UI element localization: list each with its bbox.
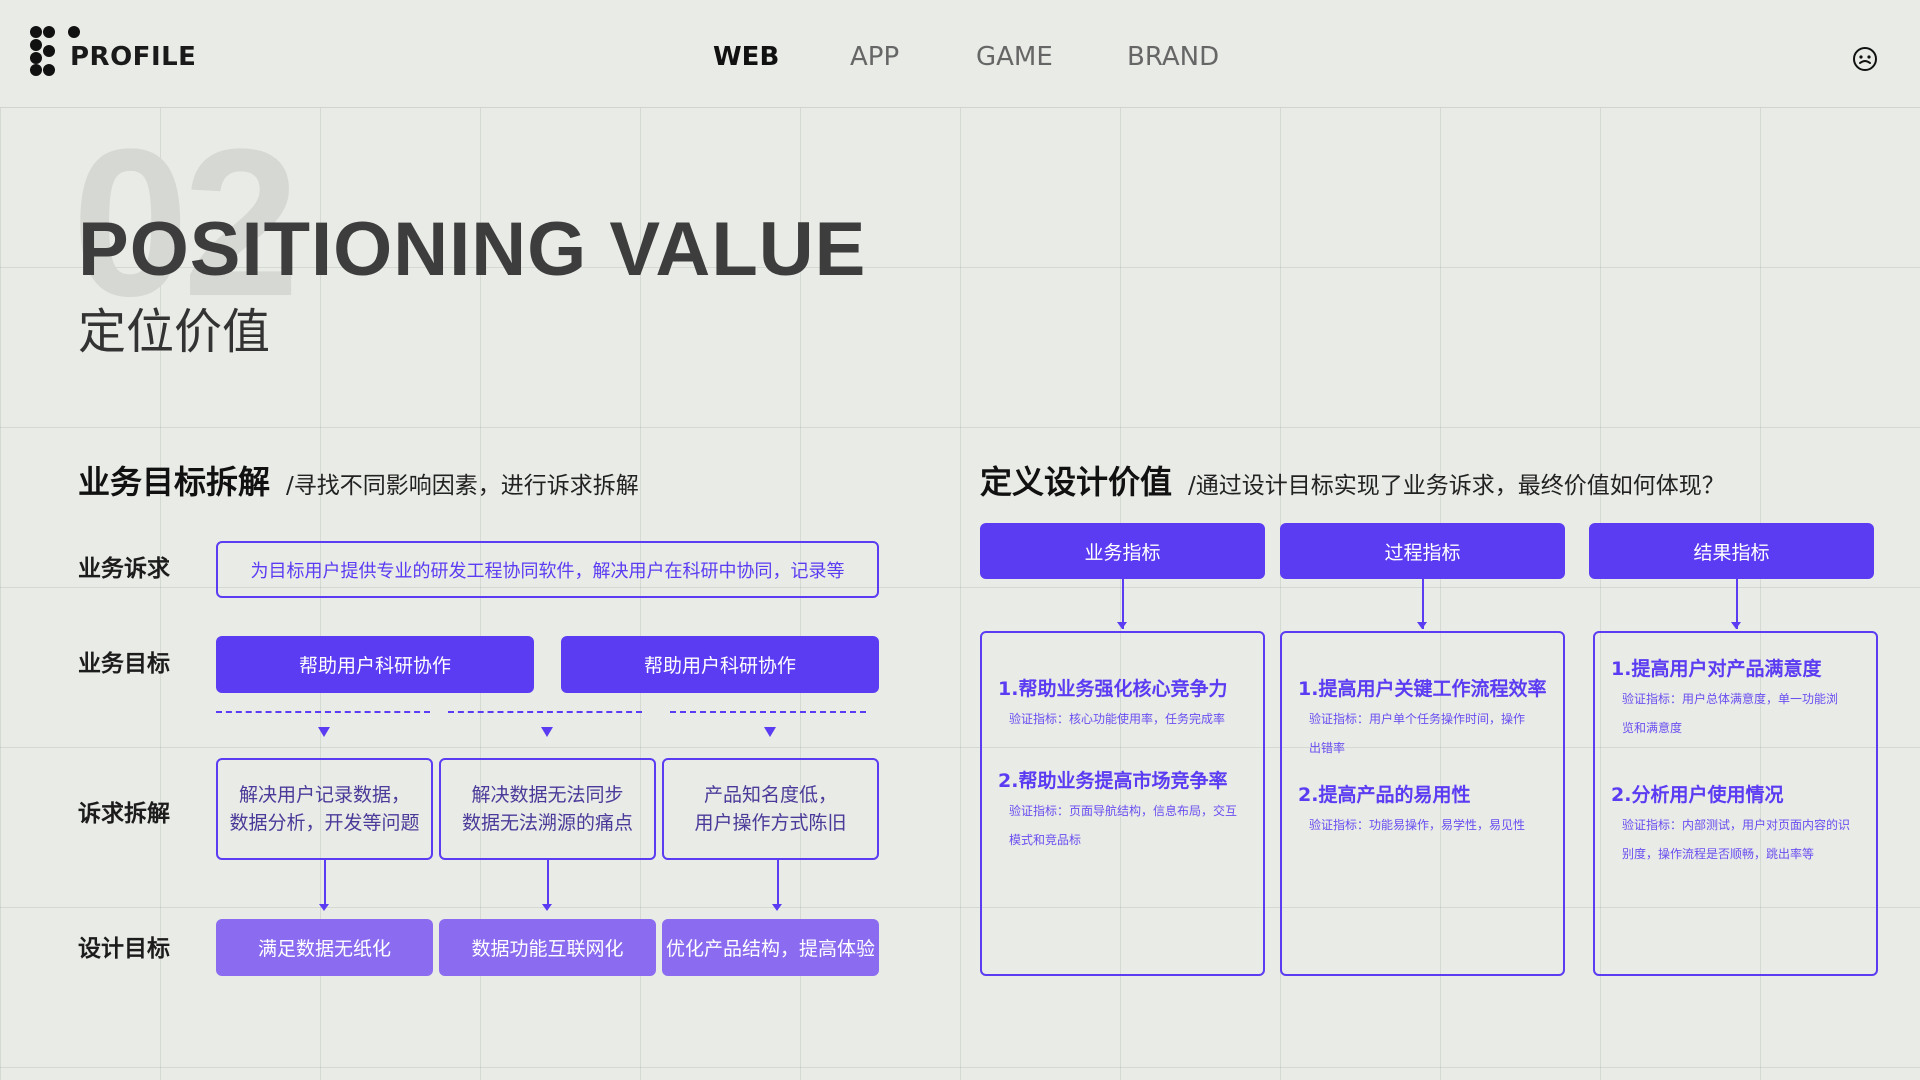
arrow-down-icon — [541, 727, 553, 737]
card-item-desc: 别度，操作流程是否顺畅，跳出率等 — [1622, 847, 1815, 861]
design-goal-box-1: 满足数据无纸化 — [216, 919, 433, 976]
divider-dashed — [670, 711, 866, 713]
metric-card-business: 1.帮助业务强化核心竞争力 验证指标：核心功能使用率，任务完成率 2.帮助业务提… — [980, 631, 1265, 976]
breakdown-line: 解决用户记录数据， — [238, 783, 410, 806]
breakdown-box-1: 解决用户记录数据， 数据分析，开发等问题 — [216, 758, 433, 860]
page-subtitle: 定位价值 — [78, 304, 271, 360]
card-item-title: 1.帮助业务强化核心竞争力 — [998, 678, 1228, 700]
card-item-desc: 验证指标：页面导航结构，信息布局，交互 — [1009, 804, 1238, 818]
face-icon[interactable] — [1852, 46, 1878, 72]
design-goal-box-2: 数据功能互联网化 — [439, 919, 656, 976]
card-item-desc: 出错率 — [1309, 741, 1346, 755]
divider-dashed — [216, 711, 430, 713]
goal-box-2: 帮助用户科研协作 — [561, 636, 879, 693]
logo-text[interactable]: PROFILE — [70, 42, 196, 72]
arrow-down-icon — [319, 904, 329, 911]
top-bar — [0, 0, 1920, 108]
nav-brand[interactable]: BRAND — [1127, 42, 1219, 72]
card-item-desc: 验证指标：功能易操作，易学性，易见性 — [1309, 818, 1526, 832]
breakdown-line: 产品知名度低， — [703, 783, 837, 806]
card-item-desc: 模式和竞品标 — [1009, 833, 1082, 847]
demand-box: 为目标用户提供专业的研发工程协同软件，解决用户在科研中协同，记录等 — [216, 541, 879, 598]
card-item-title: 1.提高用户关键工作流程效率 — [1298, 678, 1547, 700]
left-section-title: 业务目标拆解 — [78, 463, 271, 501]
card-item-desc: 验证指标：用户单个任务操作时间，操作 — [1309, 712, 1526, 726]
metric-header-result: 结果指标 — [1589, 523, 1874, 579]
design-goal-box-3: 优化产品结构，提高体验 — [662, 919, 879, 976]
metric-header-process: 过程指标 — [1280, 523, 1565, 579]
row-label-breakdown: 诉求拆解 — [78, 801, 170, 827]
arrow-down-icon — [1417, 622, 1427, 629]
row-label-design: 设计目标 — [78, 936, 170, 962]
metric-card-process: 1.提高用户关键工作流程效率 验证指标：用户单个任务操作时间，操作 出错率 2.… — [1280, 631, 1565, 976]
nav-web[interactable]: WEB — [713, 42, 779, 72]
card-item-title: 1.提高用户对产品满意度 — [1611, 658, 1822, 680]
connector-line — [547, 860, 549, 906]
nav-game[interactable]: GAME — [976, 42, 1053, 72]
card-item-title: 2.帮助业务提高市场竞争率 — [998, 770, 1228, 792]
breakdown-box-2: 解决数据无法同步 数据无法溯源的痛点 — [439, 758, 656, 860]
breakdown-line: 用户操作方式陈旧 — [694, 812, 847, 834]
arrow-down-icon — [318, 727, 330, 737]
divider-dashed — [448, 711, 642, 713]
card-item-desc: 验证指标：内部测试，用户对页面内容的识 — [1622, 818, 1851, 832]
breakdown-line: 数据无法溯源的痛点 — [461, 812, 633, 834]
connector-line — [324, 860, 326, 906]
metric-card-result: 1.提高用户对产品满意度 验证指标：用户总体满意度，单一功能浏 览和满意度 2.… — [1593, 631, 1878, 976]
right-section-title: 定义设计价值 — [980, 463, 1173, 501]
breakdown-line: 解决数据无法同步 — [471, 783, 624, 806]
card-item-desc: 验证指标：核心功能使用率，任务完成率 — [1009, 712, 1226, 726]
breakdown-box-3: 产品知名度低， 用户操作方式陈旧 — [662, 758, 879, 860]
page-title: POSITIONING VALUE — [78, 207, 867, 292]
arrow-down-icon — [772, 904, 782, 911]
arrow-down-icon — [542, 904, 552, 911]
goal-box-1: 帮助用户科研协作 — [216, 636, 534, 693]
arrow-down-icon — [1731, 622, 1741, 629]
card-item-title: 2.分析用户使用情况 — [1611, 784, 1784, 806]
right-section-desc: /通过设计目标实现了业务诉求，最终价值如何体现？ — [1188, 473, 1725, 499]
arrow-down-icon — [1117, 622, 1127, 629]
card-item-desc: 览和满意度 — [1622, 721, 1683, 735]
arrow-down-icon — [764, 727, 776, 737]
card-item-desc: 验证指标：用户总体满意度，单一功能浏 — [1622, 692, 1839, 706]
left-section-desc: /寻找不同影响因素，进行诉求拆解 — [286, 473, 639, 499]
nav-app[interactable]: APP — [850, 42, 899, 72]
breakdown-line: 数据分析，开发等问题 — [229, 812, 420, 834]
card-item-title: 2.提高产品的易用性 — [1298, 784, 1471, 806]
row-label-demand: 业务诉求 — [78, 556, 170, 582]
row-label-goal: 业务目标 — [78, 651, 170, 677]
metric-header-business: 业务指标 — [980, 523, 1265, 579]
connector-line — [777, 860, 779, 906]
